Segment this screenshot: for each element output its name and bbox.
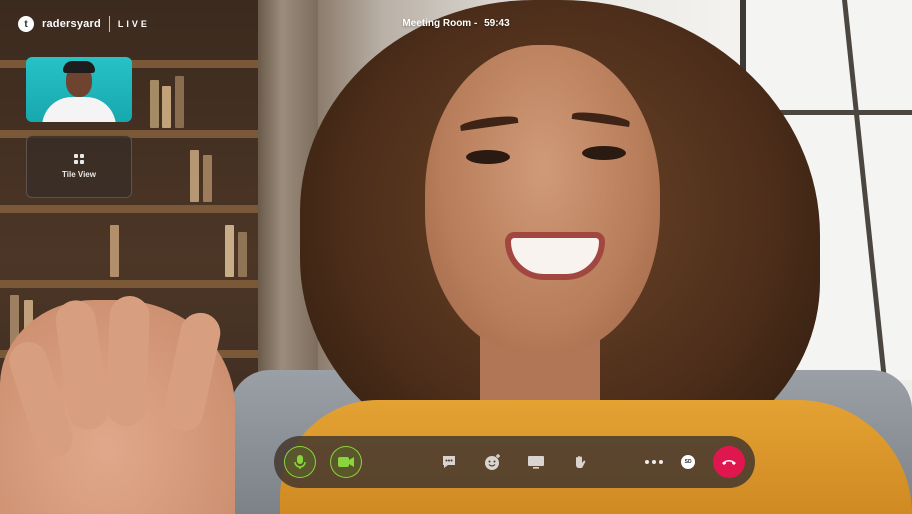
screen-share-button[interactable]: [524, 449, 550, 475]
participant-face: [425, 45, 660, 355]
book: [175, 76, 184, 128]
phone-hangup-icon: [722, 460, 737, 465]
book: [162, 86, 171, 128]
meeting-title-bar: Meeting Room - 59:43: [0, 18, 912, 29]
mic-icon: [294, 455, 306, 469]
tile-view-button[interactable]: Tile View: [26, 135, 132, 198]
self-view-body: [42, 97, 116, 122]
end-call-button[interactable]: [713, 446, 745, 478]
monitor-icon: [528, 456, 545, 469]
chat-icon: [442, 456, 455, 468]
raise-hand-button[interactable]: [567, 449, 593, 475]
hand-icon: [576, 456, 586, 468]
video-camera-icon: [337, 457, 354, 467]
sd-badge-icon: SD: [681, 455, 696, 469]
quality-button[interactable]: SD: [675, 449, 701, 475]
call-controls-toolbar: SD: [274, 436, 755, 488]
sd-label: SD: [684, 459, 692, 465]
reactions-button[interactable]: [480, 449, 506, 475]
chat-button[interactable]: [436, 449, 462, 475]
participant-eye: [466, 150, 510, 164]
self-view-cap: [63, 61, 95, 73]
more-options-button[interactable]: [641, 449, 667, 475]
book: [110, 225, 119, 277]
book: [238, 232, 247, 277]
book: [150, 80, 159, 128]
shelf-board: [0, 205, 275, 213]
tile-view-label: Tile View: [62, 170, 96, 179]
microphone-button[interactable]: [284, 446, 316, 478]
more-dots-icon: [645, 460, 664, 464]
shelf-board: [0, 280, 275, 288]
camera-button[interactable]: [329, 446, 362, 478]
book: [225, 225, 234, 277]
participant-eye: [582, 146, 626, 160]
self-view-thumbnail[interactable]: [26, 57, 132, 122]
book: [203, 155, 212, 202]
emoji-icon: [484, 454, 500, 470]
book: [190, 150, 199, 202]
meeting-title: Meeting Room -: [402, 18, 478, 29]
finger: [105, 295, 151, 427]
grid-icon: [74, 154, 84, 164]
meeting-timer: 59:43: [484, 18, 510, 29]
